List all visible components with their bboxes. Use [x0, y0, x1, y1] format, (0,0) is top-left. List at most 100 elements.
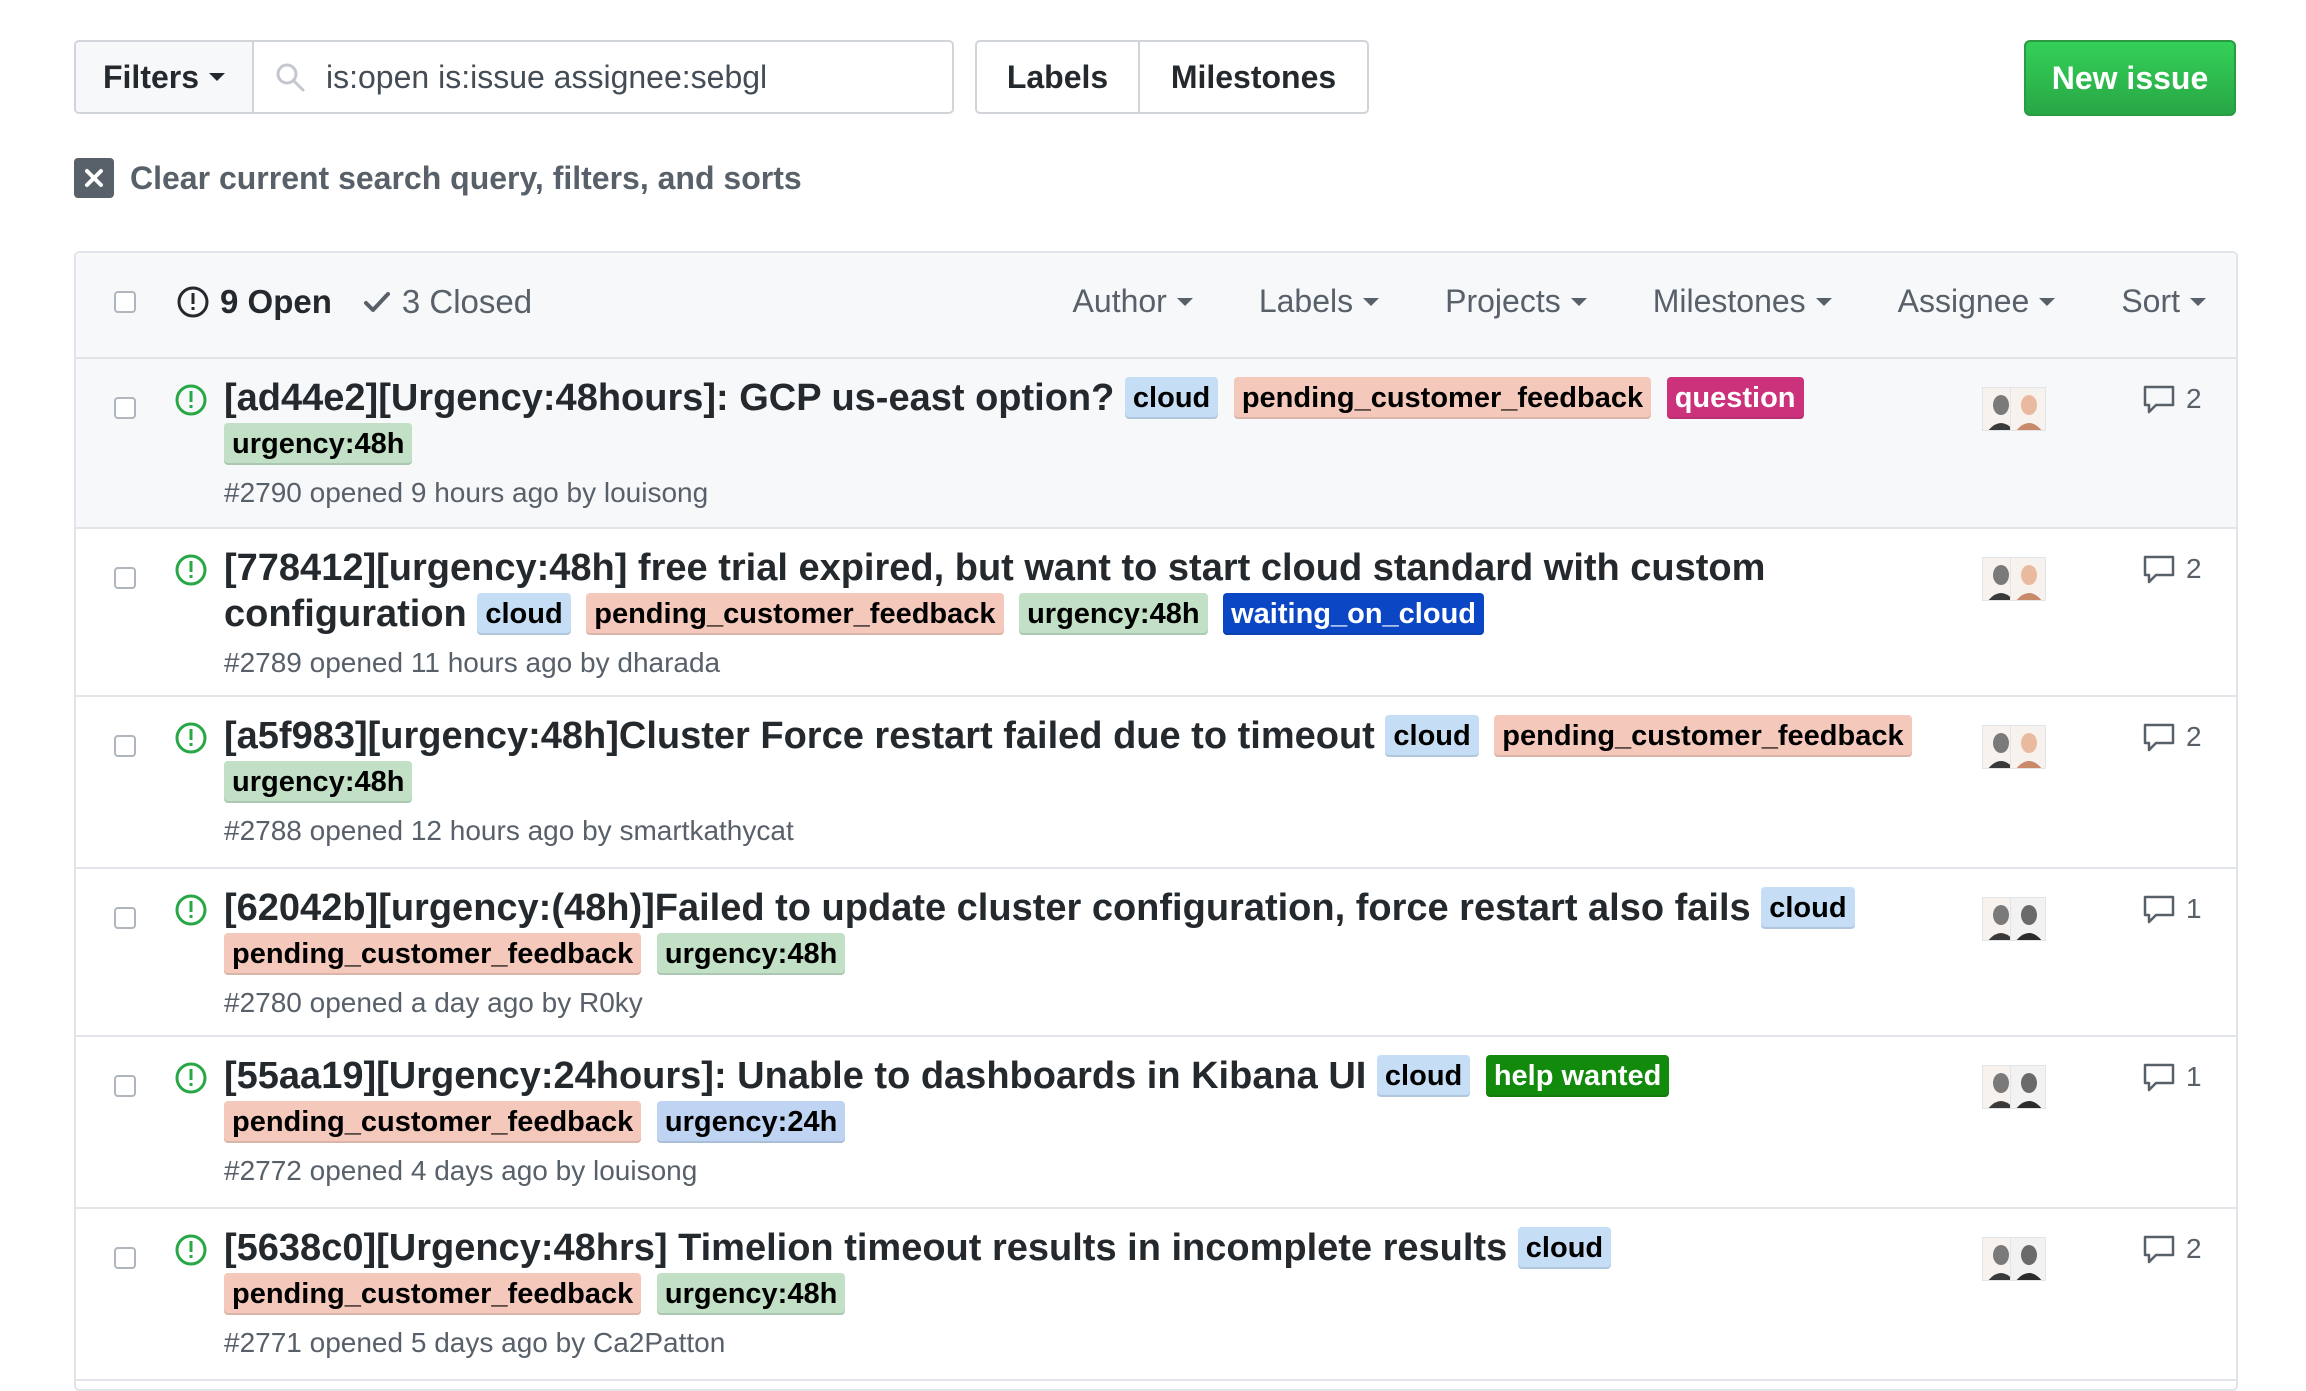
- assignees[interactable]: [1982, 557, 2046, 601]
- open-issues-link[interactable]: 9 Open: [176, 283, 332, 321]
- issue-meta: #2771 opened 5 days ago by Ca2Patton: [224, 1327, 726, 1358]
- issue-row[interactable]: [5638c0][Urgency:48hrs] Timelion timeout…: [76, 1209, 2236, 1381]
- issue-label[interactable]: cloud: [1385, 715, 1479, 757]
- comments-link[interactable]: 1: [2142, 893, 2202, 925]
- milestones-menu[interactable]: Milestones: [1653, 283, 1832, 320]
- filters-button[interactable]: Filters: [76, 42, 254, 112]
- issue-opened-icon: [175, 1062, 207, 1094]
- comments-link[interactable]: 1: [2142, 1061, 2202, 1093]
- clear-filters-link[interactable]: Clear current search query, filters, and…: [74, 158, 802, 198]
- filters-button-label: Filters: [102, 58, 200, 95]
- search-input[interactable]: [324, 57, 948, 97]
- labels-button[interactable]: Labels: [977, 42, 1140, 112]
- issue-label[interactable]: cloud: [477, 593, 571, 635]
- issue-label[interactable]: urgency:48h: [224, 761, 413, 803]
- issue-meta: #2789 opened 11 hours ago by dharada: [224, 647, 721, 678]
- assignees[interactable]: [1982, 897, 2046, 941]
- issue-meta: #2790 opened 9 hours ago by louisong: [224, 477, 709, 508]
- issue-label[interactable]: pending_customer_feedback: [224, 933, 642, 975]
- issue-label[interactable]: urgency:48h: [1019, 593, 1208, 635]
- issue-label[interactable]: urgency:48h: [656, 1273, 846, 1315]
- issue-checkbox[interactable]: [114, 735, 136, 757]
- select-all-checkbox[interactable]: [114, 291, 136, 313]
- issue-checkbox[interactable]: [114, 397, 136, 419]
- issue-row[interactable]: [ad44e2][Urgency:48hours]: GCP us-east o…: [76, 359, 2236, 529]
- milestones-button[interactable]: Milestones: [1140, 42, 1367, 112]
- issue-label[interactable]: pending_customer_feedback: [586, 593, 1004, 635]
- closed-count: 3 Closed: [401, 283, 533, 320]
- issue-title-link[interactable]: [a5f983][urgency:48h]Cluster Force resta…: [224, 715, 1375, 757]
- assignees[interactable]: [1982, 387, 2046, 431]
- comments-link[interactable]: 2: [2142, 553, 2202, 585]
- issue-label[interactable]: urgency:48h: [656, 933, 846, 975]
- issue-title-line: [a5f983][urgency:48h]Cluster Force resta…: [224, 713, 1924, 805]
- issue-checkbox[interactable]: [114, 1247, 136, 1269]
- issue-checkbox[interactable]: [114, 1075, 136, 1097]
- issue-opened-icon: [175, 894, 207, 926]
- comments-link[interactable]: 2: [2142, 721, 2202, 753]
- issue-title-link[interactable]: [55aa19][Urgency:24hours]: Unable to das…: [224, 1055, 1366, 1097]
- comment-icon: [2143, 1235, 2175, 1264]
- comments-link[interactable]: 2: [2142, 1233, 2202, 1265]
- issue-label[interactable]: help wanted: [1485, 1055, 1670, 1097]
- issue-opened-icon: [175, 384, 207, 416]
- comments-link[interactable]: 2: [2142, 383, 2202, 415]
- assignees[interactable]: [1982, 1237, 2046, 1281]
- avatar[interactable]: [2010, 557, 2046, 601]
- avatar[interactable]: [2010, 1065, 2046, 1109]
- issue-opened-icon: [175, 1234, 207, 1266]
- issue-label[interactable]: pending_customer_feedback: [1233, 377, 1652, 419]
- issue-row[interactable]: [a5f983][urgency:48h]Cluster Force resta…: [76, 697, 2236, 869]
- caret-down-icon: [1570, 297, 1587, 306]
- issue-title-line: [5638c0][Urgency:48hrs] Timelion timeout…: [224, 1225, 1924, 1317]
- caret-down-icon: [1815, 297, 1832, 306]
- issue-rows: [ad44e2][Urgency:48hours]: GCP us-east o…: [76, 359, 2236, 1381]
- open-count: 9 Open: [220, 283, 332, 320]
- milestones-menu-label: Milestones: [1652, 283, 1806, 319]
- filter-menus: Author Labels Projects Milestones Assign…: [1073, 283, 2206, 320]
- issue-title-link[interactable]: [5638c0][Urgency:48hrs] Timelion timeout…: [224, 1227, 1507, 1269]
- issue-row[interactable]: [778412][urgency:48h] free trial expired…: [76, 529, 2236, 697]
- issue-state-toggle: 9 Open 3 Closed: [176, 283, 532, 321]
- issue-label[interactable]: urgency:48h: [224, 423, 413, 465]
- author-menu[interactable]: Author: [1073, 283, 1193, 320]
- projects-menu[interactable]: Projects: [1445, 283, 1587, 320]
- issue-label[interactable]: pending_customer_feedback: [224, 1273, 642, 1315]
- comment-icon: [2143, 555, 2175, 584]
- issue-label[interactable]: cloud: [1517, 1227, 1612, 1269]
- avatar[interactable]: [2010, 387, 2046, 431]
- avatar[interactable]: [2010, 897, 2046, 941]
- issue-opened-icon: [175, 554, 207, 586]
- clear-filters-label: Clear current search query, filters, and…: [130, 159, 802, 196]
- issue-label[interactable]: cloud: [1761, 887, 1855, 929]
- issue-row[interactable]: [55aa19][Urgency:24hours]: Unable to das…: [76, 1037, 2236, 1209]
- new-issue-button[interactable]: New issue: [2024, 40, 2236, 116]
- labels-menu[interactable]: Labels: [1259, 283, 1380, 320]
- issue-label[interactable]: cloud: [1124, 377, 1219, 419]
- avatar[interactable]: [2010, 725, 2046, 769]
- assignees[interactable]: [1982, 1065, 2046, 1109]
- comment-count: 2: [2186, 553, 2202, 584]
- assignee-menu[interactable]: Assignee: [1898, 283, 2056, 320]
- issue-opened-icon: [177, 286, 209, 318]
- issues-list-header: 9 Open 3 Closed Author Labels Projects M…: [76, 253, 2236, 359]
- avatar[interactable]: [2010, 1237, 2046, 1281]
- issue-label[interactable]: pending_customer_feedback: [1494, 715, 1912, 757]
- closed-issues-link[interactable]: 3 Closed: [362, 283, 532, 321]
- assignees[interactable]: [1982, 725, 2046, 769]
- issue-checkbox[interactable]: [114, 907, 136, 929]
- issue-title-line: [62042b][urgency:(48h)]Failed to update …: [224, 885, 1924, 977]
- comment-icon: [2143, 385, 2175, 414]
- issue-label[interactable]: cloud: [1376, 1055, 1471, 1097]
- search-box: [254, 42, 952, 112]
- issue-title-link[interactable]: [62042b][urgency:(48h)]Failed to update …: [224, 887, 1751, 929]
- issue-label[interactable]: pending_customer_feedback: [224, 1101, 642, 1143]
- sort-menu[interactable]: Sort: [2121, 283, 2206, 320]
- comment-count: 2: [2186, 383, 2202, 414]
- issue-label[interactable]: urgency:24h: [656, 1101, 846, 1143]
- issue-checkbox[interactable]: [114, 567, 136, 589]
- issue-title-link[interactable]: [ad44e2][Urgency:48hours]: GCP us-east o…: [224, 377, 1114, 419]
- issue-label[interactable]: waiting_on_cloud: [1223, 593, 1485, 635]
- issue-label[interactable]: question: [1666, 377, 1804, 419]
- issue-row[interactable]: [62042b][urgency:(48h)]Failed to update …: [76, 869, 2236, 1037]
